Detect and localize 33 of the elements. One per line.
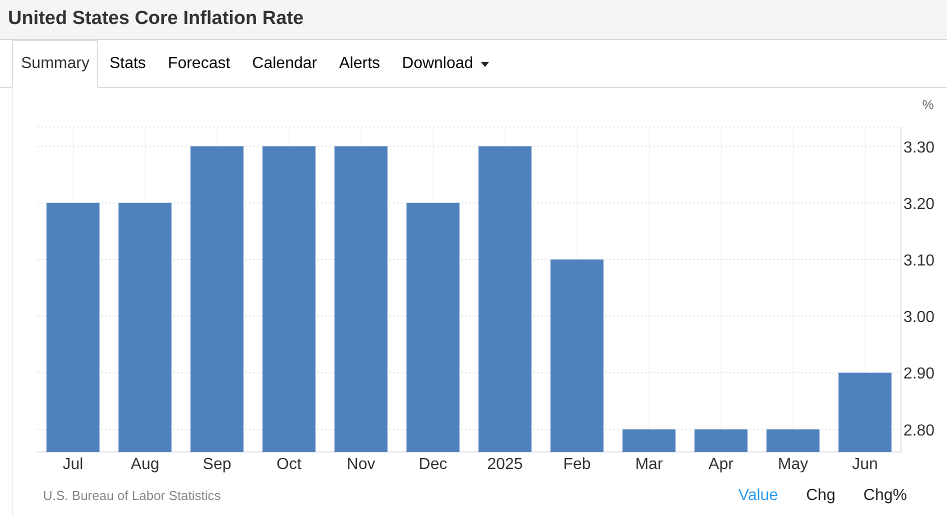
unit-label: % bbox=[922, 97, 934, 112]
source-text: U.S. Bureau of Labor Statistics bbox=[43, 487, 221, 506]
x-tick-label: Jun bbox=[852, 456, 878, 473]
y-tick-label: 2.80 bbox=[903, 422, 935, 440]
y-tick-label: 2.90 bbox=[903, 366, 935, 383]
y-tick-label: 3.10 bbox=[903, 252, 935, 270]
tab[interactable]: Alerts bbox=[328, 40, 392, 88]
x-tick-label: Oct bbox=[276, 456, 302, 473]
y-tick-label: 3.00 bbox=[903, 309, 935, 326]
x-tick-label: Dec bbox=[418, 456, 448, 473]
view-mode-button[interactable]: Chg% bbox=[863, 484, 907, 508]
x-tick-label: Apr bbox=[708, 456, 734, 473]
tab[interactable]: Calendar bbox=[241, 40, 328, 88]
tab[interactable]: Download bbox=[391, 40, 500, 88]
x-tick-label: May bbox=[778, 456, 808, 473]
x-tick-label: Mar bbox=[635, 456, 663, 473]
x-tick-label: Aug bbox=[130, 456, 160, 473]
x-tick-label: Jul bbox=[62, 456, 84, 473]
page-title: United States Core Inflation Rate bbox=[8, 7, 304, 32]
y-tick-label: 3.20 bbox=[903, 196, 935, 213]
tab[interactable]: Summary bbox=[12, 40, 98, 88]
bar bbox=[622, 429, 676, 452]
bar bbox=[694, 429, 748, 452]
x-tick-label: Sep bbox=[202, 456, 232, 473]
y-tick-label: 3.30 bbox=[903, 139, 935, 156]
tab[interactable]: Forecast bbox=[156, 40, 242, 88]
x-tick-label: Feb bbox=[563, 456, 591, 473]
view-mode-button[interactable]: Chg bbox=[806, 484, 836, 508]
x-tick-label: Nov bbox=[346, 456, 376, 473]
tab[interactable]: Stats bbox=[98, 40, 157, 88]
x-tick-label: 2025 bbox=[487, 456, 523, 473]
bar bbox=[766, 429, 820, 452]
caret-icon bbox=[481, 62, 490, 66]
